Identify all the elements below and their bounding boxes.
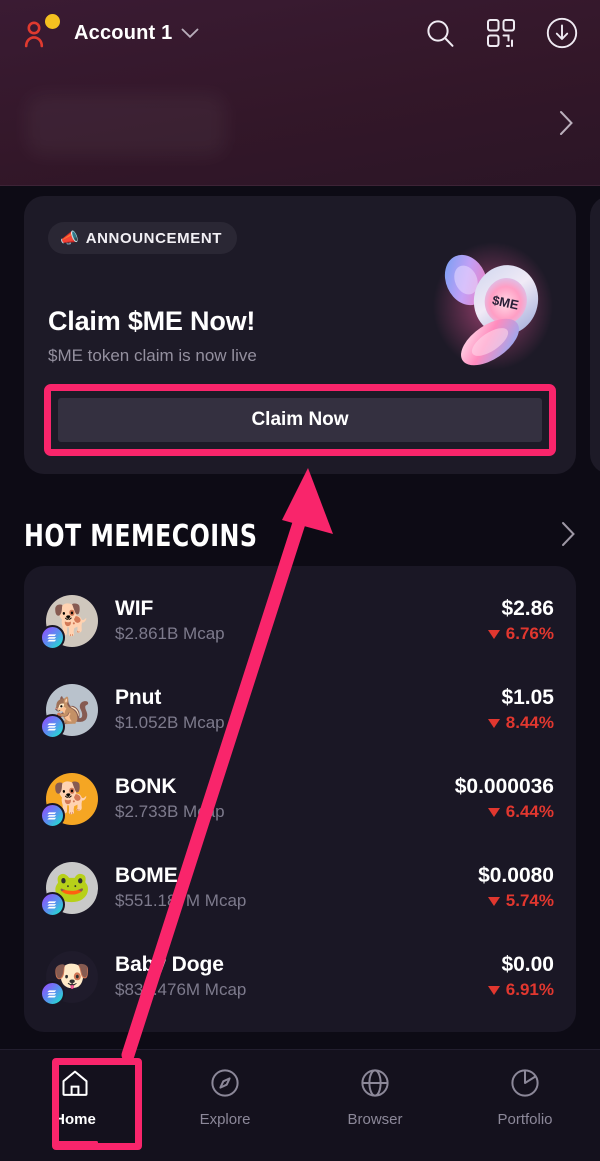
announcement-card[interactable]: 📣 ANNOUNCEMENT Claim $ME Now! $ME token … <box>24 196 576 474</box>
receive-download-icon[interactable] <box>546 17 578 49</box>
nav-label: Browser <box>347 1111 403 1128</box>
table-row[interactable]: 🐸 BOME $551.187M Mcap $0.0080 5.74% <box>40 843 554 932</box>
coin-mcap: $2.733B Mcap <box>115 802 225 821</box>
account-name[interactable]: Account 1 <box>74 22 172 45</box>
coin-symbol: Baby Doge <box>115 953 224 976</box>
coin-price-block: $0.0080 5.74% <box>478 864 554 911</box>
bottom-navigation: Home Explore Browser Portfolio <box>0 1049 600 1161</box>
claim-now-button[interactable]: Claim Now <box>58 398 542 442</box>
home-icon <box>60 1068 90 1103</box>
coin-mcap: $1.052B Mcap <box>115 713 225 732</box>
nav-item-browser[interactable]: Browser <box>300 1068 450 1128</box>
coin-mcap: $551.187M Mcap <box>115 891 247 910</box>
triangle-down-icon <box>487 718 500 728</box>
solana-chain-icon <box>40 980 65 1006</box>
solana-chain-icon <box>40 802 65 828</box>
nav-item-explore[interactable]: Explore <box>150 1068 300 1128</box>
coin-avatar: 🐶 <box>40 950 98 1006</box>
search-icon[interactable] <box>424 17 456 49</box>
coin-info: Baby Doge $830.476M Mcap <box>115 953 246 1000</box>
coin-info: BOME $551.187M Mcap <box>115 864 246 911</box>
coin-avatar: 🐿️ <box>40 683 98 739</box>
balance-row[interactable] <box>0 70 600 180</box>
hot-memecoins-header: HOT MEMECOINS <box>0 506 600 566</box>
globe-icon <box>360 1068 390 1103</box>
coin-symbol: Pnut <box>115 686 162 709</box>
pie-chart-icon <box>510 1068 540 1103</box>
coin-change-value: 5.74% <box>505 891 554 910</box>
solana-chain-icon <box>40 713 65 739</box>
megaphone-icon: 📣 <box>60 229 79 247</box>
nav-label: Explore <box>199 1111 251 1128</box>
claim-now-highlight: Claim Now <box>44 384 556 456</box>
announcement-badge: 📣 ANNOUNCEMENT <box>48 222 238 254</box>
coin-info: Pnut $1.052B Mcap <box>115 686 225 733</box>
announcement-subtitle: $ME token claim is now live <box>48 346 257 365</box>
coin-symbol: BONK <box>115 775 177 798</box>
coin-change: 8.44% <box>487 713 554 733</box>
coin-avatar: 🐕 <box>40 772 98 828</box>
table-row[interactable]: 🐕 WIF $2.861B Mcap $2.86 6.76% <box>40 576 554 665</box>
announcement-card-next[interactable] <box>590 196 600 474</box>
nav-label: Portfolio <box>497 1111 553 1128</box>
coin-avatar: 🐕 <box>40 594 98 650</box>
chevron-down-icon[interactable] <box>181 28 199 39</box>
coin-price-block: $1.05 8.44% <box>487 686 554 733</box>
top-header-zone: Account 1 <box>0 0 600 186</box>
coin-symbol: WIF <box>115 597 154 620</box>
chevron-right-icon[interactable] <box>561 521 576 552</box>
avatar[interactable] <box>22 14 60 52</box>
announcement-badge-label: ANNOUNCEMENT <box>85 229 223 247</box>
triangle-down-icon <box>487 807 500 817</box>
coin-change: 6.76% <box>487 624 554 644</box>
coin-price: $2.86 <box>501 597 554 620</box>
coin-change-value: 8.44% <box>505 713 554 732</box>
announcement-carousel: 📣 ANNOUNCEMENT Claim $ME Now! $ME token … <box>0 196 600 482</box>
coin-change: 6.91% <box>487 980 554 1000</box>
nav-item-portfolio[interactable]: Portfolio <box>450 1068 600 1128</box>
coin-price-block: $0.000036 6.44% <box>455 775 554 822</box>
coin-mcap: $2.861B Mcap <box>115 624 225 643</box>
coin-avatar: 🐸 <box>40 861 98 917</box>
section-title: HOT MEMECOINS <box>24 518 258 554</box>
solana-chain-icon <box>40 624 65 650</box>
table-row[interactable]: 🐶 Baby Doge $830.476M Mcap $0.00 6.91% <box>40 932 554 1021</box>
coin-price: $0.000036 <box>454 775 554 798</box>
triangle-down-icon <box>487 985 500 995</box>
coin-price-block: $0.00 6.91% <box>487 953 554 1000</box>
hidden-balance-blur <box>26 94 226 156</box>
qr-scan-icon[interactable] <box>486 18 516 48</box>
top-bar: Account 1 <box>0 0 600 66</box>
coin-change-value: 6.44% <box>505 802 554 821</box>
coin-change-value: 6.76% <box>505 624 554 643</box>
coin-change: 6.44% <box>487 802 554 822</box>
nav-label: Home <box>54 1111 96 1128</box>
nav-item-home[interactable]: Home <box>0 1068 150 1144</box>
coin-price: $0.00 <box>501 953 554 976</box>
compass-icon <box>210 1068 240 1103</box>
notification-dot <box>45 14 60 29</box>
top-actions <box>424 17 578 49</box>
me-coin-illustration: $ME <box>433 242 553 370</box>
table-row[interactable]: 🐕 BONK $2.733B Mcap $0.000036 6.44% <box>40 754 554 843</box>
coin-price-block: $2.86 6.76% <box>487 597 554 644</box>
memecoin-list: 🐕 WIF $2.861B Mcap $2.86 6.76% 🐿️ Pnut $1.052B … <box>24 566 576 1032</box>
solana-chain-icon <box>40 891 65 917</box>
chevron-right-icon[interactable] <box>559 110 574 141</box>
coin-mcap: $830.476M Mcap <box>115 980 247 999</box>
triangle-down-icon <box>487 896 500 906</box>
table-row[interactable]: 🐿️ Pnut $1.052B Mcap $1.05 8.44% <box>40 665 554 754</box>
coin-info: BONK $2.733B Mcap <box>115 775 225 822</box>
active-tab-indicator <box>52 1141 98 1144</box>
coin-change: 5.74% <box>487 891 554 911</box>
coin-change-value: 6.91% <box>505 980 554 999</box>
announcement-title: Claim $ME Now! <box>48 306 256 336</box>
triangle-down-icon <box>487 629 500 639</box>
coin-symbol: BOME <box>115 864 178 887</box>
coin-info: WIF $2.861B Mcap <box>115 597 225 644</box>
coin-price: $1.05 <box>501 686 554 709</box>
coin-price: $0.0080 <box>478 864 554 887</box>
